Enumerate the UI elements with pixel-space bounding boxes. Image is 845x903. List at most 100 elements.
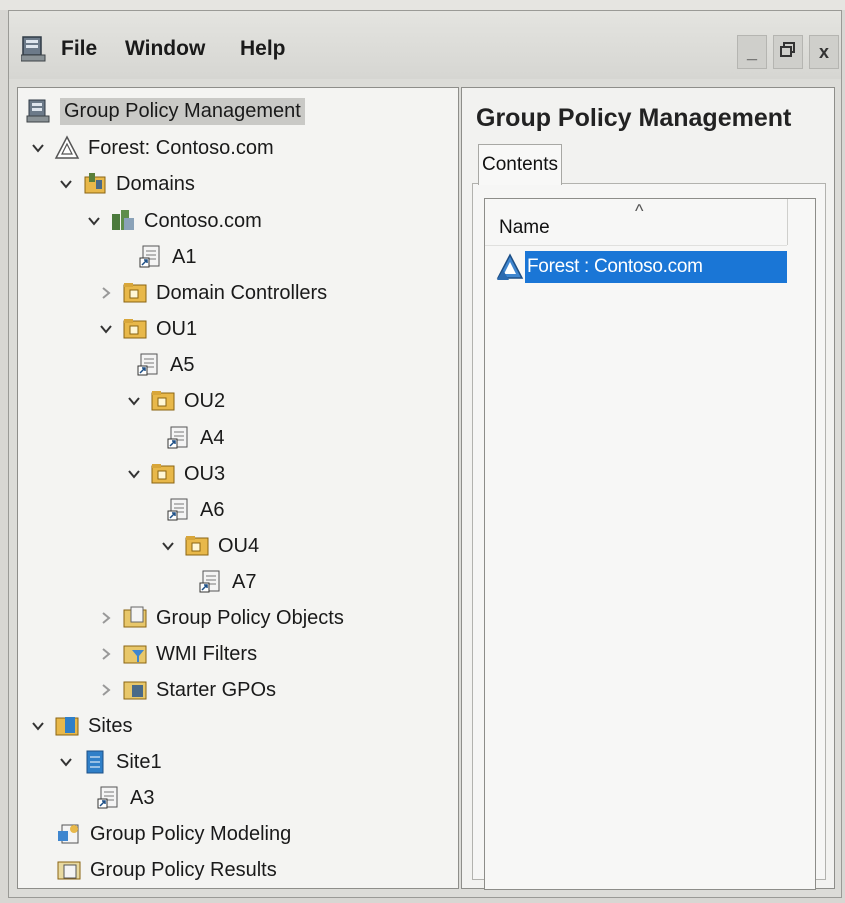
tree-node-label: Group Policy Modeling	[90, 822, 292, 845]
gpo-link-icon	[96, 785, 122, 811]
window-menu[interactable]: Window	[125, 37, 205, 61]
tree-node[interactable]: Domain Controllers	[96, 276, 327, 310]
domains-icon	[82, 171, 108, 197]
list-item[interactable]: Forest : Contoso.com	[495, 251, 787, 283]
tree-node[interactable]: Starter GPOs	[96, 673, 276, 707]
ou-folder-icon	[150, 461, 176, 487]
forest-icon	[496, 253, 524, 280]
tree-node[interactable]: Group Policy Management	[26, 94, 305, 128]
chevron-right-icon[interactable]	[96, 644, 116, 664]
console-tree: Group Policy Management Forest: Contoso.c…	[17, 87, 459, 889]
tree-node-label: A7	[232, 570, 257, 593]
forest-icon	[54, 135, 80, 161]
tree-node[interactable]: A4	[166, 421, 224, 455]
gpo-link-icon	[136, 352, 162, 378]
chevron-right-icon[interactable]	[96, 283, 116, 303]
tree-node-label: A5	[170, 353, 195, 376]
gp-modeling-icon	[56, 821, 82, 847]
ou-folder-icon	[122, 280, 148, 306]
tree-node-label: OU4	[218, 534, 260, 557]
gpo-link-icon	[198, 569, 224, 595]
tree-node-label: WMI Filters	[156, 642, 258, 665]
chevron-down-icon[interactable]	[84, 211, 104, 231]
tree-node[interactable]: Sites	[28, 709, 132, 743]
tree-node[interactable]: Group Policy Results	[56, 853, 277, 887]
tree-node[interactable]: OU3	[124, 457, 225, 491]
tree-node[interactable]: A6	[166, 493, 224, 527]
chevron-down-icon[interactable]	[28, 716, 48, 736]
close-button[interactable]: x	[809, 35, 839, 69]
tree-node-label: OU2	[184, 389, 226, 412]
site-icon	[82, 749, 108, 775]
tree-node-label: Domains	[116, 172, 195, 195]
column-separator[interactable]	[787, 199, 788, 245]
top-strip	[0, 0, 845, 10]
tree-node[interactable]: Forest: Contoso.com	[28, 131, 274, 165]
tree-node-label: A4	[200, 426, 225, 449]
chevron-down-icon[interactable]	[28, 138, 48, 158]
tab-contents[interactable]: Contents	[478, 144, 562, 185]
gpo-link-icon	[166, 425, 192, 451]
tree-node-label: A6	[200, 498, 225, 521]
ou-folder-icon	[184, 533, 210, 559]
restore-icon	[780, 41, 796, 63]
tree-node[interactable]: WMI Filters	[96, 637, 257, 671]
details-pane: Group Policy Management Contents ^ Name …	[461, 87, 835, 890]
chevron-down-icon[interactable]	[56, 174, 76, 194]
details-title: Group Policy Management	[476, 104, 792, 132]
tree-node-label: A3	[130, 786, 155, 809]
tree-node[interactable]: Group Policy Modeling	[56, 817, 291, 851]
gpo-link-icon	[166, 497, 192, 523]
close-icon: x	[818, 41, 829, 62]
tree-node-label: OU3	[184, 462, 226, 485]
gpo-container-icon	[122, 605, 148, 631]
tree-node[interactable]: Group Policy Objects	[96, 601, 344, 635]
file-menu[interactable]: File	[61, 37, 97, 61]
tree-node-label: Site1	[116, 750, 162, 773]
tree-node-label: Starter GPOs	[156, 678, 277, 701]
contents-list[interactable]: ^ Name Forest : Contoso.com	[484, 198, 816, 890]
tree-node[interactable]: A7	[198, 565, 256, 599]
tree-node[interactable]: A3	[96, 781, 154, 815]
tree-node[interactable]: OU2	[124, 384, 225, 418]
restore-button[interactable]	[773, 35, 803, 69]
tree-node[interactable]: OU1	[96, 312, 197, 346]
tree-node-label: Contoso.com	[144, 209, 262, 232]
starter-gpos-icon	[122, 677, 148, 703]
tree-node[interactable]: A1	[138, 240, 196, 274]
tree-node-label: Group Policy Results	[90, 858, 277, 881]
chevron-down-icon[interactable]	[96, 319, 116, 339]
tree-node-label: A1	[172, 245, 197, 268]
minimize-icon: _	[746, 41, 757, 62]
column-header-name[interactable]: ^ Name	[485, 199, 788, 246]
chevron-down-icon[interactable]	[124, 391, 144, 411]
tree-node[interactable]: OU4	[158, 529, 259, 563]
column-header-label: Name	[499, 217, 550, 238]
sort-ascending-icon: ^	[635, 201, 644, 221]
ou-folder-icon	[150, 388, 176, 414]
tree-node[interactable]: Domains	[56, 167, 195, 201]
chevron-right-icon[interactable]	[96, 608, 116, 628]
gpm-console-icon	[26, 98, 52, 124]
chevron-down-icon[interactable]	[56, 752, 76, 772]
tree-node[interactable]: Contoso.com	[84, 204, 262, 238]
menu-bar: File Window Help _ x	[9, 11, 841, 79]
chevron-right-icon[interactable]	[96, 680, 116, 700]
ou-folder-icon	[122, 316, 148, 342]
wmi-filters-icon	[122, 641, 148, 667]
chevron-down-icon[interactable]	[158, 536, 178, 556]
chevron-down-icon[interactable]	[124, 464, 144, 484]
tree-node-label: Group Policy Management	[60, 97, 305, 125]
help-menu[interactable]: Help	[240, 37, 286, 61]
tree-node[interactable]: Site1	[56, 745, 162, 779]
gp-results-icon	[56, 857, 82, 883]
tree-node-label: Group Policy Objects	[156, 606, 344, 629]
tree-node-label: Domain Controllers	[156, 281, 328, 304]
tree-node[interactable]: A5	[136, 348, 194, 382]
gpo-link-icon	[138, 244, 164, 270]
tree-node-label: Forest: Contoso.com	[88, 136, 274, 159]
tree-node-label: Sites	[88, 714, 133, 737]
domain-icon	[110, 208, 136, 234]
minimize-button[interactable]: _	[737, 35, 767, 69]
gpm-window: File Window Help _ x Group Policy Manage…	[8, 10, 842, 898]
